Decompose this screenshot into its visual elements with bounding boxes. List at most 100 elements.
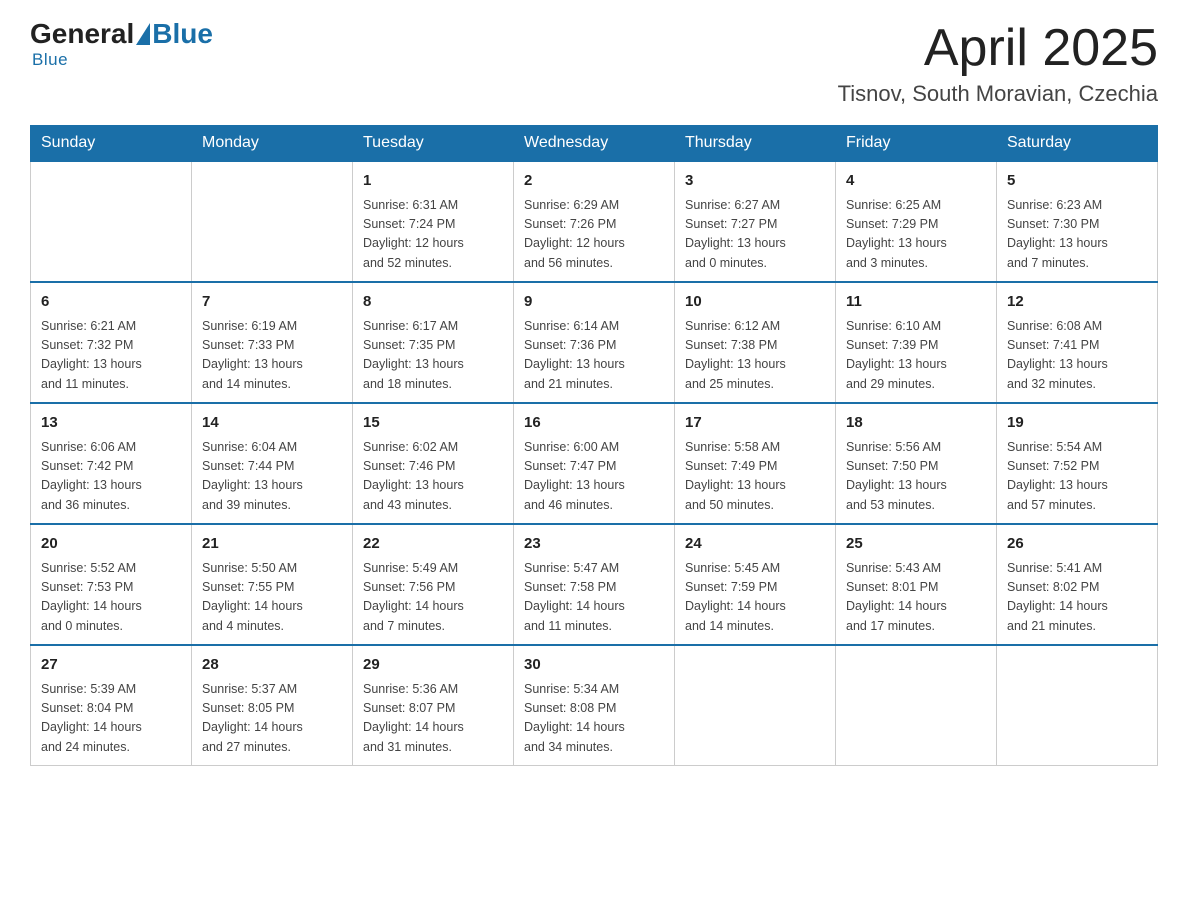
calendar-cell <box>836 645 997 766</box>
day-info: Sunrise: 6:14 AMSunset: 7:36 PMDaylight:… <box>524 317 664 395</box>
day-number: 28 <box>202 654 342 677</box>
week-row-2: 6Sunrise: 6:21 AMSunset: 7:32 PMDaylight… <box>31 282 1158 403</box>
calendar-cell: 11 Sunrise: 6:10 AMSunset: 7:39 PMDayligh… <box>836 282 997 403</box>
calendar-cell: 30 Sunrise: 5:34 AMSunset: 8:08 PMDayligh… <box>514 645 675 766</box>
day-number: 20 <box>41 533 181 556</box>
calendar-cell <box>997 645 1158 766</box>
day-info: Sunrise: 6:04 AMSunset: 7:44 PMDaylight:… <box>202 438 342 516</box>
calendar-cell: 22 Sunrise: 5:49 AMSunset: 7:56 PMDayligh… <box>353 524 514 645</box>
calendar-cell: 13 Sunrise: 6:06 AMSunset: 7:42 PMDayligh… <box>31 403 192 524</box>
day-number: 3 <box>685 170 825 193</box>
weekday-header-monday: Monday <box>192 126 353 162</box>
day-info: Sunrise: 5:43 AMSunset: 8:01 PMDaylight:… <box>846 559 986 637</box>
day-number: 25 <box>846 533 986 556</box>
calendar-cell: 6Sunrise: 6:21 AMSunset: 7:32 PMDaylight… <box>31 282 192 403</box>
day-number: 14 <box>202 412 342 435</box>
day-info: Sunrise: 5:50 AMSunset: 7:55 PMDaylight:… <box>202 559 342 637</box>
day-number: 30 <box>524 654 664 677</box>
day-number: 13 <box>41 412 181 435</box>
calendar-cell: 29 Sunrise: 5:36 AMSunset: 8:07 PMDayligh… <box>353 645 514 766</box>
day-number: 5 <box>1007 170 1147 193</box>
calendar-cell: 24 Sunrise: 5:45 AMSunset: 7:59 PMDayligh… <box>675 524 836 645</box>
calendar-cell: 21 Sunrise: 5:50 AMSunset: 7:55 PMDayligh… <box>192 524 353 645</box>
day-info: Sunrise: 5:47 AMSunset: 7:58 PMDaylight:… <box>524 559 664 637</box>
day-number: 15 <box>363 412 503 435</box>
day-info: Sunrise: 6:06 AMSunset: 7:42 PMDaylight:… <box>41 438 181 516</box>
day-info: Sunrise: 5:37 AMSunset: 8:05 PMDaylight:… <box>202 680 342 758</box>
day-info: Sunrise: 6:21 AMSunset: 7:32 PMDaylight:… <box>41 317 181 395</box>
day-info: Sunrise: 5:49 AMSunset: 7:56 PMDaylight:… <box>363 559 503 637</box>
location-title: Tisnov, South Moravian, Czechia <box>838 81 1158 107</box>
calendar-cell: 16Sunrise: 6:00 AMSunset: 7:47 PMDayligh… <box>514 403 675 524</box>
calendar-cell: 15 Sunrise: 6:02 AMSunset: 7:46 PMDayligh… <box>353 403 514 524</box>
weekday-header-saturday: Saturday <box>997 126 1158 162</box>
day-number: 9 <box>524 291 664 314</box>
calendar-cell: 1 Sunrise: 6:31 AMSunset: 7:24 PMDaylight… <box>353 161 514 282</box>
day-number: 8 <box>363 291 503 314</box>
day-info: Sunrise: 6:12 AMSunset: 7:38 PMDaylight:… <box>685 317 825 395</box>
calendar-cell: 2 Sunrise: 6:29 AMSunset: 7:26 PMDaylight… <box>514 161 675 282</box>
calendar-cell: 8 Sunrise: 6:17 AMSunset: 7:35 PMDaylight… <box>353 282 514 403</box>
day-number: 21 <box>202 533 342 556</box>
calendar-cell: 17 Sunrise: 5:58 AMSunset: 7:49 PMDayligh… <box>675 403 836 524</box>
logo: General Blue Blue <box>30 20 213 70</box>
day-number: 2 <box>524 170 664 193</box>
day-number: 29 <box>363 654 503 677</box>
calendar-cell: 25 Sunrise: 5:43 AMSunset: 8:01 PMDayligh… <box>836 524 997 645</box>
day-info: Sunrise: 5:54 AMSunset: 7:52 PMDaylight:… <box>1007 438 1147 516</box>
calendar-cell: 4 Sunrise: 6:25 AMSunset: 7:29 PMDaylight… <box>836 161 997 282</box>
calendar-cell: 10Sunrise: 6:12 AMSunset: 7:38 PMDayligh… <box>675 282 836 403</box>
weekday-header-wednesday: Wednesday <box>514 126 675 162</box>
day-info: Sunrise: 5:36 AMSunset: 8:07 PMDaylight:… <box>363 680 503 758</box>
calendar-cell: 27 Sunrise: 5:39 AMSunset: 8:04 PMDayligh… <box>31 645 192 766</box>
day-info: Sunrise: 5:45 AMSunset: 7:59 PMDaylight:… <box>685 559 825 637</box>
day-info: Sunrise: 6:29 AMSunset: 7:26 PMDaylight:… <box>524 196 664 274</box>
day-info: Sunrise: 6:02 AMSunset: 7:46 PMDaylight:… <box>363 438 503 516</box>
weekday-header-friday: Friday <box>836 126 997 162</box>
calendar-cell: 3 Sunrise: 6:27 AMSunset: 7:27 PMDaylight… <box>675 161 836 282</box>
calendar-cell: 18 Sunrise: 5:56 AMSunset: 7:50 PMDayligh… <box>836 403 997 524</box>
day-info: Sunrise: 5:34 AMSunset: 8:08 PMDaylight:… <box>524 680 664 758</box>
day-number: 17 <box>685 412 825 435</box>
calendar-cell: 7Sunrise: 6:19 AMSunset: 7:33 PMDaylight… <box>192 282 353 403</box>
day-info: Sunrise: 5:39 AMSunset: 8:04 PMDaylight:… <box>41 680 181 758</box>
day-info: Sunrise: 6:23 AMSunset: 7:30 PMDaylight:… <box>1007 196 1147 274</box>
calendar-table: SundayMondayTuesdayWednesdayThursdayFrid… <box>30 125 1158 766</box>
day-number: 11 <box>846 291 986 314</box>
day-info: Sunrise: 5:58 AMSunset: 7:49 PMDaylight:… <box>685 438 825 516</box>
logo-general-text: General <box>30 20 134 48</box>
day-number: 12 <box>1007 291 1147 314</box>
calendar-cell: 19 Sunrise: 5:54 AMSunset: 7:52 PMDayligh… <box>997 403 1158 524</box>
logo-blue-text: Blue <box>152 20 213 48</box>
logo-triangle-icon <box>136 23 150 45</box>
weekday-header-row: SundayMondayTuesdayWednesdayThursdayFrid… <box>31 126 1158 162</box>
day-info: Sunrise: 6:25 AMSunset: 7:29 PMDaylight:… <box>846 196 986 274</box>
week-row-4: 20Sunrise: 5:52 AMSunset: 7:53 PMDayligh… <box>31 524 1158 645</box>
week-row-5: 27 Sunrise: 5:39 AMSunset: 8:04 PMDayligh… <box>31 645 1158 766</box>
day-info: Sunrise: 6:17 AMSunset: 7:35 PMDaylight:… <box>363 317 503 395</box>
header: General Blue Blue April 2025 Tisnov, Sou… <box>30 20 1158 107</box>
day-number: 24 <box>685 533 825 556</box>
calendar-cell: 9 Sunrise: 6:14 AMSunset: 7:36 PMDaylight… <box>514 282 675 403</box>
day-info: Sunrise: 6:10 AMSunset: 7:39 PMDaylight:… <box>846 317 986 395</box>
calendar-cell <box>192 161 353 282</box>
day-number: 18 <box>846 412 986 435</box>
weekday-header-thursday: Thursday <box>675 126 836 162</box>
day-number: 1 <box>363 170 503 193</box>
calendar-cell: 12Sunrise: 6:08 AMSunset: 7:41 PMDayligh… <box>997 282 1158 403</box>
calendar-cell: 5 Sunrise: 6:23 AMSunset: 7:30 PMDaylight… <box>997 161 1158 282</box>
day-number: 26 <box>1007 533 1147 556</box>
day-info: Sunrise: 6:31 AMSunset: 7:24 PMDaylight:… <box>363 196 503 274</box>
weekday-header-sunday: Sunday <box>31 126 192 162</box>
day-number: 27 <box>41 654 181 677</box>
calendar-cell: 14 Sunrise: 6:04 AMSunset: 7:44 PMDayligh… <box>192 403 353 524</box>
day-number: 22 <box>363 533 503 556</box>
day-info: Sunrise: 6:27 AMSunset: 7:27 PMDaylight:… <box>685 196 825 274</box>
day-info: Sunrise: 6:19 AMSunset: 7:33 PMDaylight:… <box>202 317 342 395</box>
day-info: Sunrise: 5:56 AMSunset: 7:50 PMDaylight:… <box>846 438 986 516</box>
logo-underline: Blue <box>32 50 68 70</box>
title-area: April 2025 Tisnov, South Moravian, Czech… <box>838 20 1158 107</box>
day-number: 4 <box>846 170 986 193</box>
day-number: 19 <box>1007 412 1147 435</box>
weekday-header-tuesday: Tuesday <box>353 126 514 162</box>
